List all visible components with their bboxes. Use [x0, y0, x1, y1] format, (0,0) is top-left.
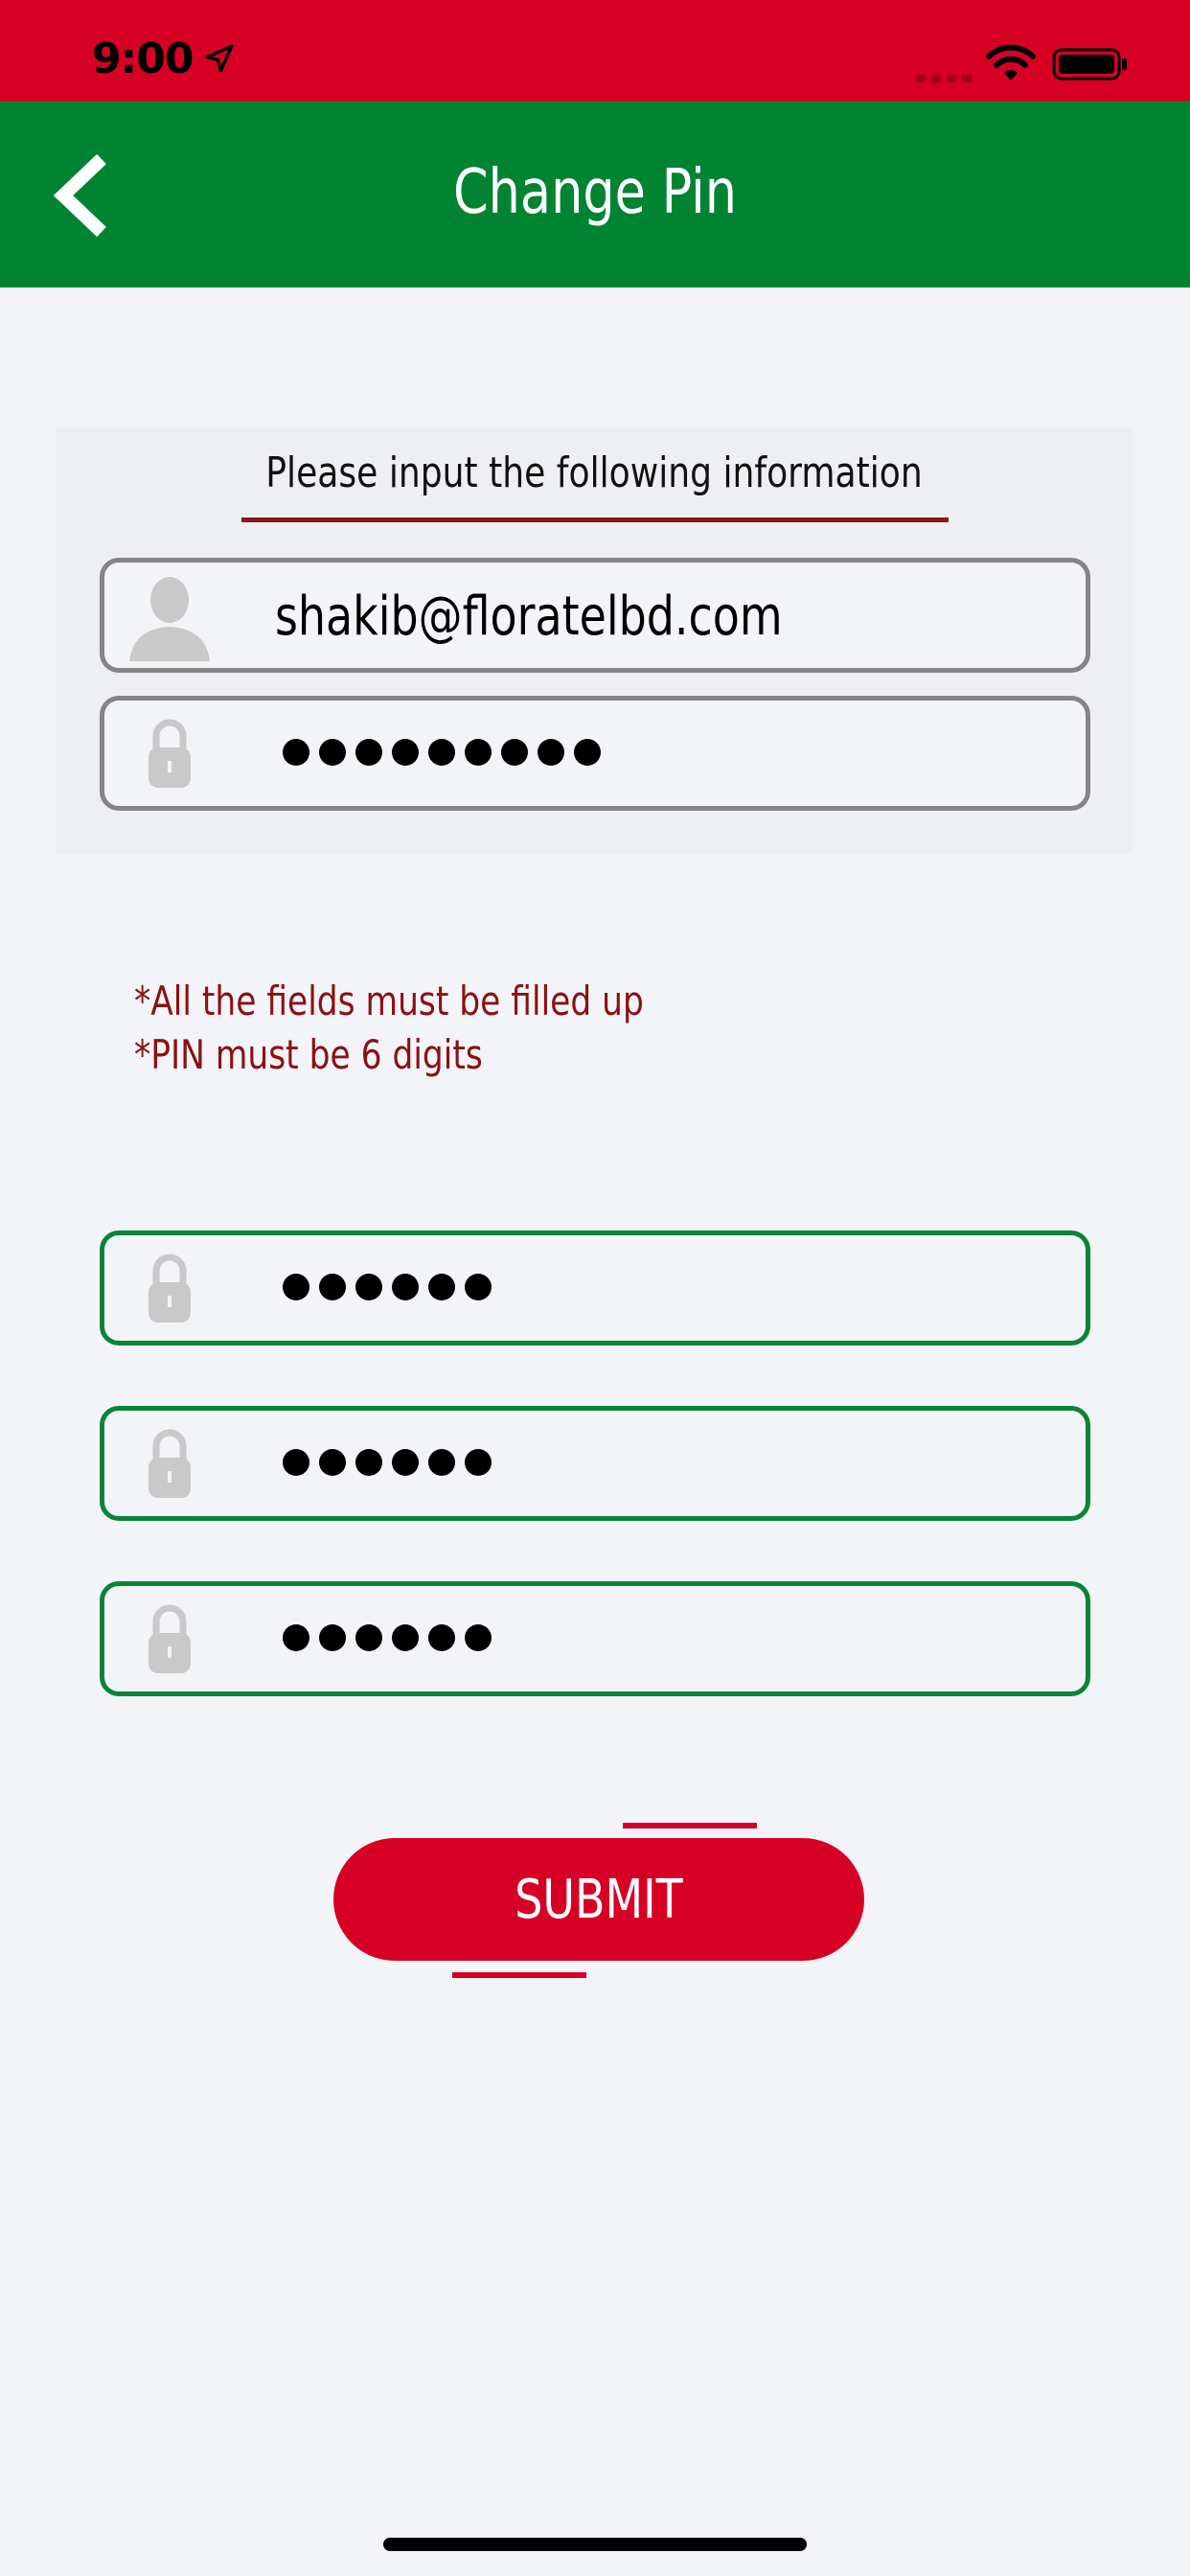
chevron-left-icon[interactable] — [48, 150, 115, 242]
padlock-icon — [149, 1604, 191, 1673]
rule-pin-length: *PIN must be 6 digits — [134, 1031, 483, 1078]
password-field[interactable] — [100, 696, 1090, 811]
location-arrow-icon — [205, 44, 234, 73]
status-bar: 9:00 — [0, 0, 1190, 102]
app-header: Change Pin — [0, 102, 1190, 288]
wifi-icon — [986, 44, 1036, 80]
pin-mask — [283, 1449, 492, 1476]
password-mask — [283, 739, 601, 766]
email-value: shakib@floratelbd.com — [275, 586, 783, 648]
padlock-icon — [149, 719, 191, 788]
padlock-icon — [149, 1254, 191, 1322]
page-title: Change Pin — [453, 157, 737, 228]
confirm-pin-field[interactable] — [100, 1581, 1090, 1696]
new-pin-field[interactable] — [100, 1406, 1090, 1521]
pin-mask — [283, 1274, 492, 1300]
submit-button[interactable]: SUBMIT — [333, 1838, 864, 1961]
padlock-icon — [149, 1429, 191, 1498]
current-pin-field[interactable] — [100, 1230, 1090, 1346]
status-time: 9:00 — [92, 34, 194, 83]
submit-label: SUBMIT — [515, 1868, 683, 1931]
submit-accent-top — [623, 1823, 757, 1828]
submit-accent-bottom — [452, 1972, 586, 1978]
user-silhouette-icon — [129, 577, 210, 661]
pin-mask — [283, 1624, 492, 1651]
heading-underline — [241, 518, 949, 522]
info-heading: Please input the following information — [265, 448, 923, 497]
home-indicator[interactable] — [383, 2538, 807, 2551]
rule-fields-required: *All the fields must be filled up — [134, 978, 644, 1024]
battery-icon — [1052, 48, 1127, 80]
cellular-signal-icon — [916, 75, 972, 82]
email-field[interactable]: shakib@floratelbd.com — [100, 558, 1090, 673]
